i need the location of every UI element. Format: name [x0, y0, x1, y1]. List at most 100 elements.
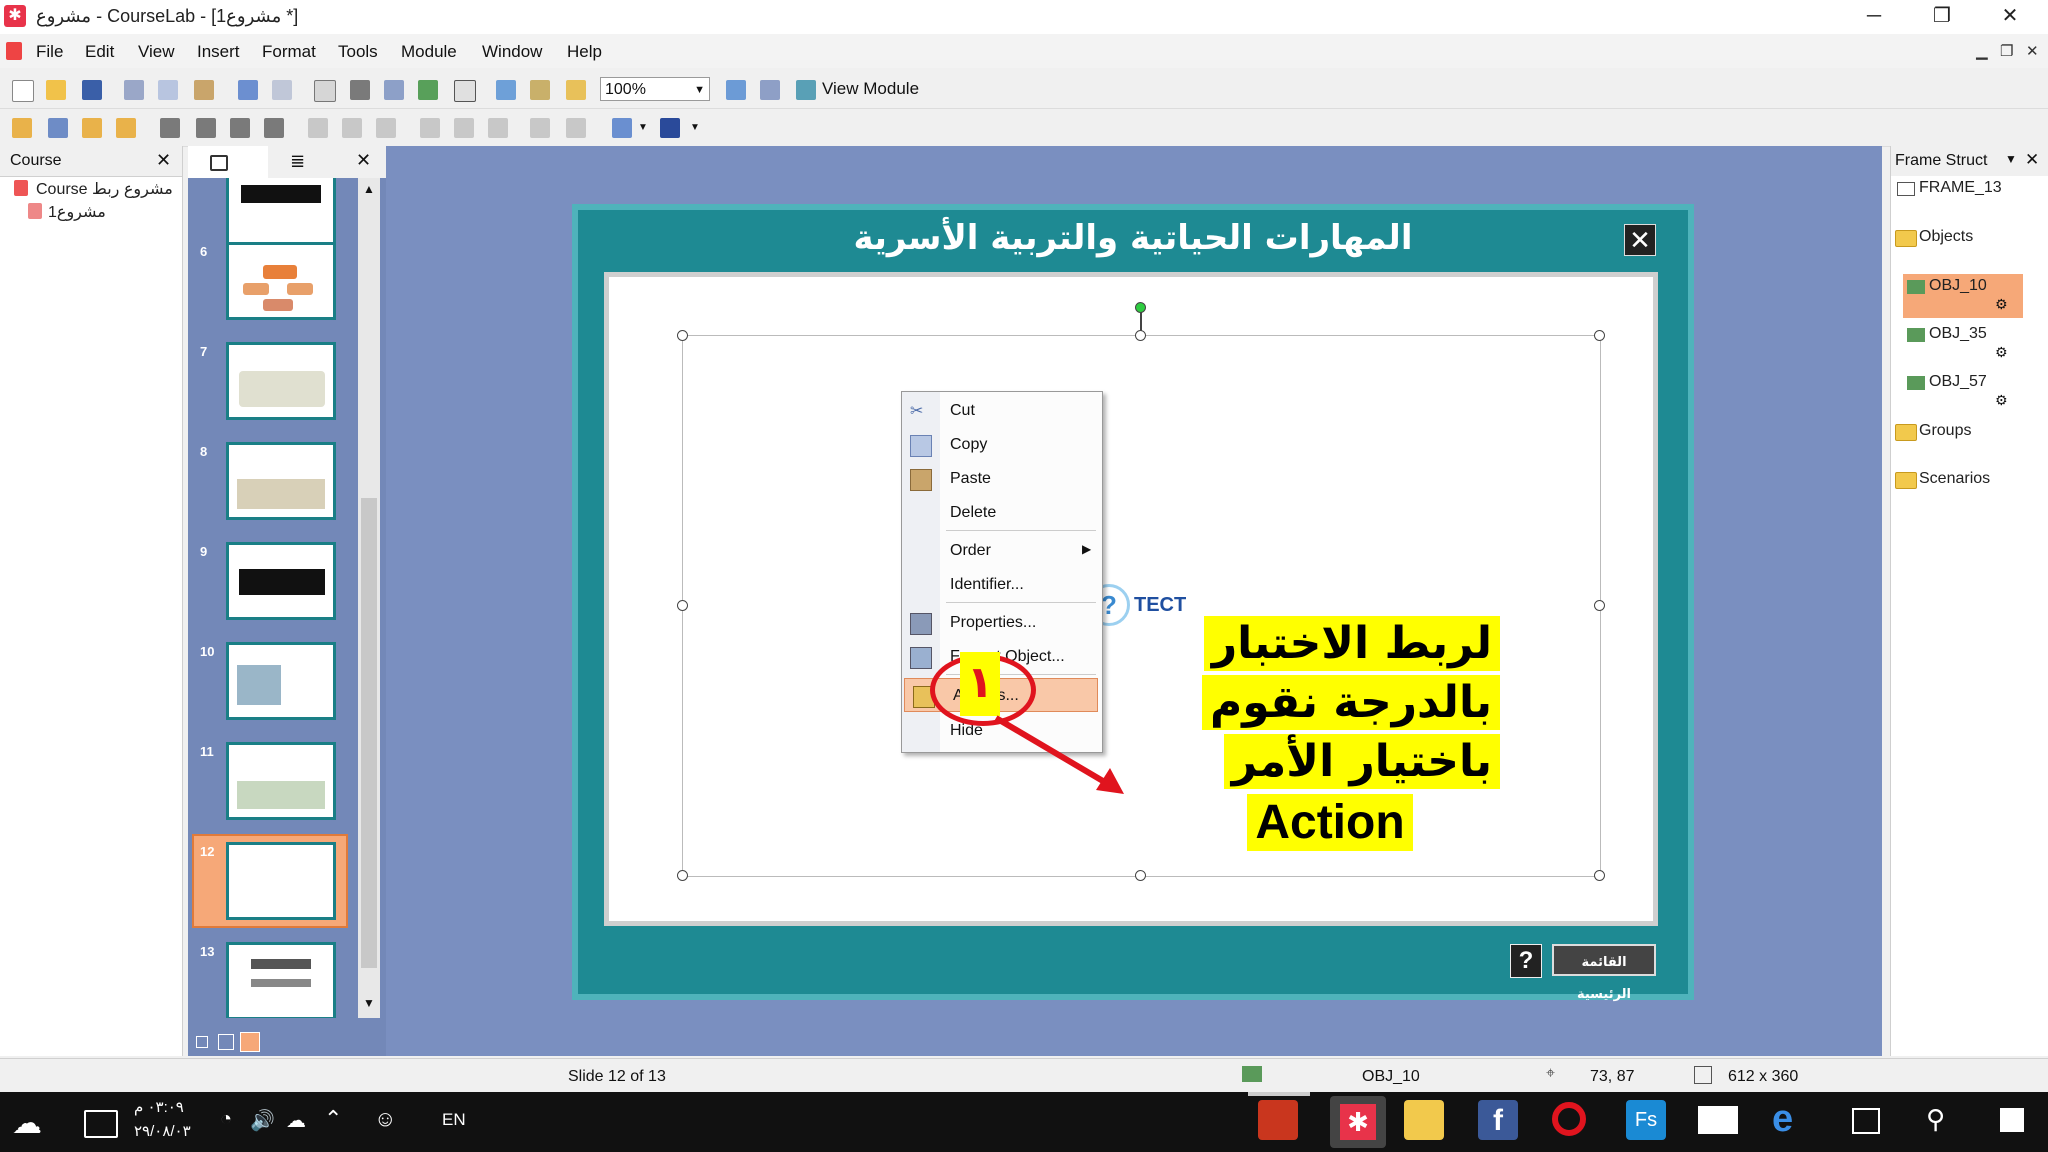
tree-folder-groups[interactable]: Groups	[1919, 422, 1971, 440]
main-menu-button[interactable]: القائمة الرئيسية	[1552, 944, 1656, 1001]
publish-icon[interactable]	[530, 80, 550, 100]
slide-thumbnail-13[interactable]	[226, 942, 336, 1018]
mdi-restore-icon[interactable]: ❐	[2000, 42, 2013, 60]
close-window-button[interactable]: ✕	[1976, 0, 2044, 34]
import-icon[interactable]	[726, 80, 746, 100]
tray-expand-icon[interactable]: ⌃	[324, 1106, 342, 1132]
courselab-app-button[interactable]: ✱	[1330, 1096, 1386, 1148]
tree-folder-objects[interactable]: Objects	[1919, 228, 1973, 246]
line-color-icon[interactable]	[660, 118, 680, 138]
copy-icon[interactable]	[158, 80, 178, 100]
menu-window[interactable]: Window	[482, 42, 542, 62]
search-icon[interactable]: ⚲	[1926, 1104, 1945, 1135]
redo-icon[interactable]	[272, 80, 292, 100]
menu-format[interactable]: Format	[262, 42, 316, 62]
menu-item-order[interactable]: Order ▶	[902, 534, 1102, 566]
facebook-icon[interactable]: f	[1478, 1100, 1518, 1140]
slide-thumbnail-8[interactable]	[226, 442, 336, 520]
bring-front-icon[interactable]	[12, 118, 32, 138]
save-icon[interactable]	[82, 80, 102, 100]
properties-icon[interactable]	[496, 80, 516, 100]
slides-scrollbar[interactable]: ▲ ▼	[358, 178, 380, 1018]
fs-app-icon[interactable]: Fs	[1626, 1100, 1666, 1140]
tree-object-1[interactable]: OBJ_10	[1929, 277, 1987, 295]
resize-handle-w[interactable]	[677, 600, 688, 611]
view-module-button[interactable]: View Module	[822, 79, 919, 99]
volume-icon[interactable]: 🔊	[250, 1108, 275, 1133]
slide-thumbnail-10[interactable]	[226, 642, 336, 720]
taskbar-time[interactable]: ٠٣:٠٩ م	[134, 1098, 184, 1116]
slide-thumbnail-11[interactable]	[226, 742, 336, 820]
resize-handle-nw[interactable]	[677, 330, 688, 341]
scroll-up-icon[interactable]: ▲	[363, 182, 375, 196]
align-bottom-edge-icon[interactable]	[488, 118, 508, 138]
notifications-icon[interactable]	[84, 1110, 118, 1138]
mdi-close-icon[interactable]: ✕	[2026, 42, 2039, 60]
distribute-v-icon[interactable]	[566, 118, 586, 138]
export-icon[interactable]	[760, 80, 780, 100]
slides-panel-close-icon[interactable]: ✕	[356, 150, 371, 171]
fill-color-icon[interactable]	[612, 118, 632, 138]
align-center-icon[interactable]	[342, 118, 362, 138]
file-explorer-icon[interactable]	[1404, 1100, 1444, 1140]
slide-thumbnail-5[interactable]	[226, 178, 336, 246]
view-module-icon[interactable]	[796, 80, 816, 100]
network-icon[interactable]: ◔	[220, 1108, 232, 1131]
resize-handle-s[interactable]	[1135, 870, 1146, 881]
cloud-sync-icon[interactable]: ☁	[286, 1108, 306, 1133]
same-width-icon[interactable]	[230, 118, 250, 138]
menu-tools[interactable]: Tools	[338, 42, 378, 62]
view-slide-icon[interactable]	[240, 1032, 260, 1052]
tab-thumbnails[interactable]	[188, 146, 268, 178]
menu-item-cut[interactable]: ✂ Cut	[902, 394, 1102, 426]
frame-panel-close-icon[interactable]: ✕	[2025, 150, 2039, 170]
send-backward-icon[interactable]	[116, 118, 136, 138]
actions-icon[interactable]	[566, 80, 586, 100]
menu-item-paste[interactable]: Paste	[902, 462, 1102, 494]
taskbar-date[interactable]: ٢٩/٠٨/٠٣	[134, 1122, 191, 1140]
view-sorter-icon[interactable]	[218, 1034, 234, 1050]
menu-edit[interactable]: Edit	[85, 42, 114, 62]
mdi-minimize-icon[interactable]: ▁	[1976, 42, 1988, 60]
menu-view[interactable]: View	[138, 42, 175, 62]
line-color-dropdown-icon[interactable]: ▼	[690, 122, 700, 133]
language-indicator[interactable]: EN	[442, 1110, 466, 1130]
course-tree-module[interactable]: مشروع1	[48, 202, 106, 222]
menu-item-properties[interactable]: Properties...	[902, 606, 1102, 638]
distribute-h-icon[interactable]	[530, 118, 550, 138]
slide-thumbnail-6[interactable]	[226, 242, 336, 320]
slide-thumbnail-7[interactable]	[226, 342, 336, 420]
undo-icon[interactable]	[238, 80, 258, 100]
slide-icon[interactable]	[384, 80, 404, 100]
resize-handle-ne[interactable]	[1594, 330, 1605, 341]
align-left-icon[interactable]	[308, 118, 328, 138]
task-view-icon[interactable]	[1852, 1108, 1880, 1134]
align-bottom-icon[interactable]	[196, 118, 216, 138]
course-panel-close-icon[interactable]: ✕	[156, 150, 171, 171]
menu-file[interactable]: File	[36, 42, 63, 62]
tree-folder-scenarios[interactable]: Scenarios	[1919, 470, 1990, 488]
slide-thumbnail-12[interactable]	[226, 842, 336, 920]
course-tree-root[interactable]: مشروع ربط Course	[36, 179, 173, 199]
menu-insert[interactable]: Insert	[197, 42, 240, 62]
pointer-icon[interactable]	[454, 80, 476, 102]
menu-help[interactable]: Help	[567, 42, 602, 62]
frame-panel-dropdown-icon[interactable]: ▼	[2005, 152, 2017, 166]
new-icon[interactable]	[12, 80, 34, 102]
resize-handle-e[interactable]	[1594, 600, 1605, 611]
send-back-icon[interactable]	[48, 118, 68, 138]
resize-handle-sw[interactable]	[677, 870, 688, 881]
frame-icon[interactable]	[314, 80, 336, 102]
people-icon[interactable]: ☺	[374, 1106, 396, 1132]
resize-handle-n[interactable]	[1135, 330, 1146, 341]
opera-icon[interactable]	[1552, 1102, 1586, 1136]
frame-tree-frame[interactable]: FRAME_13	[1919, 179, 2002, 197]
cut-icon[interactable]	[124, 80, 144, 100]
align-right-icon[interactable]	[376, 118, 396, 138]
menu-item-identifier[interactable]: Identifier...	[902, 568, 1102, 600]
object-icon[interactable]	[418, 80, 438, 100]
view-normal-icon[interactable]	[196, 1036, 208, 1048]
tab-outline-icon[interactable]: ≣	[290, 151, 305, 172]
tree-object-3[interactable]: OBJ_57	[1929, 373, 1987, 391]
menu-item-copy[interactable]: Copy	[902, 428, 1102, 460]
